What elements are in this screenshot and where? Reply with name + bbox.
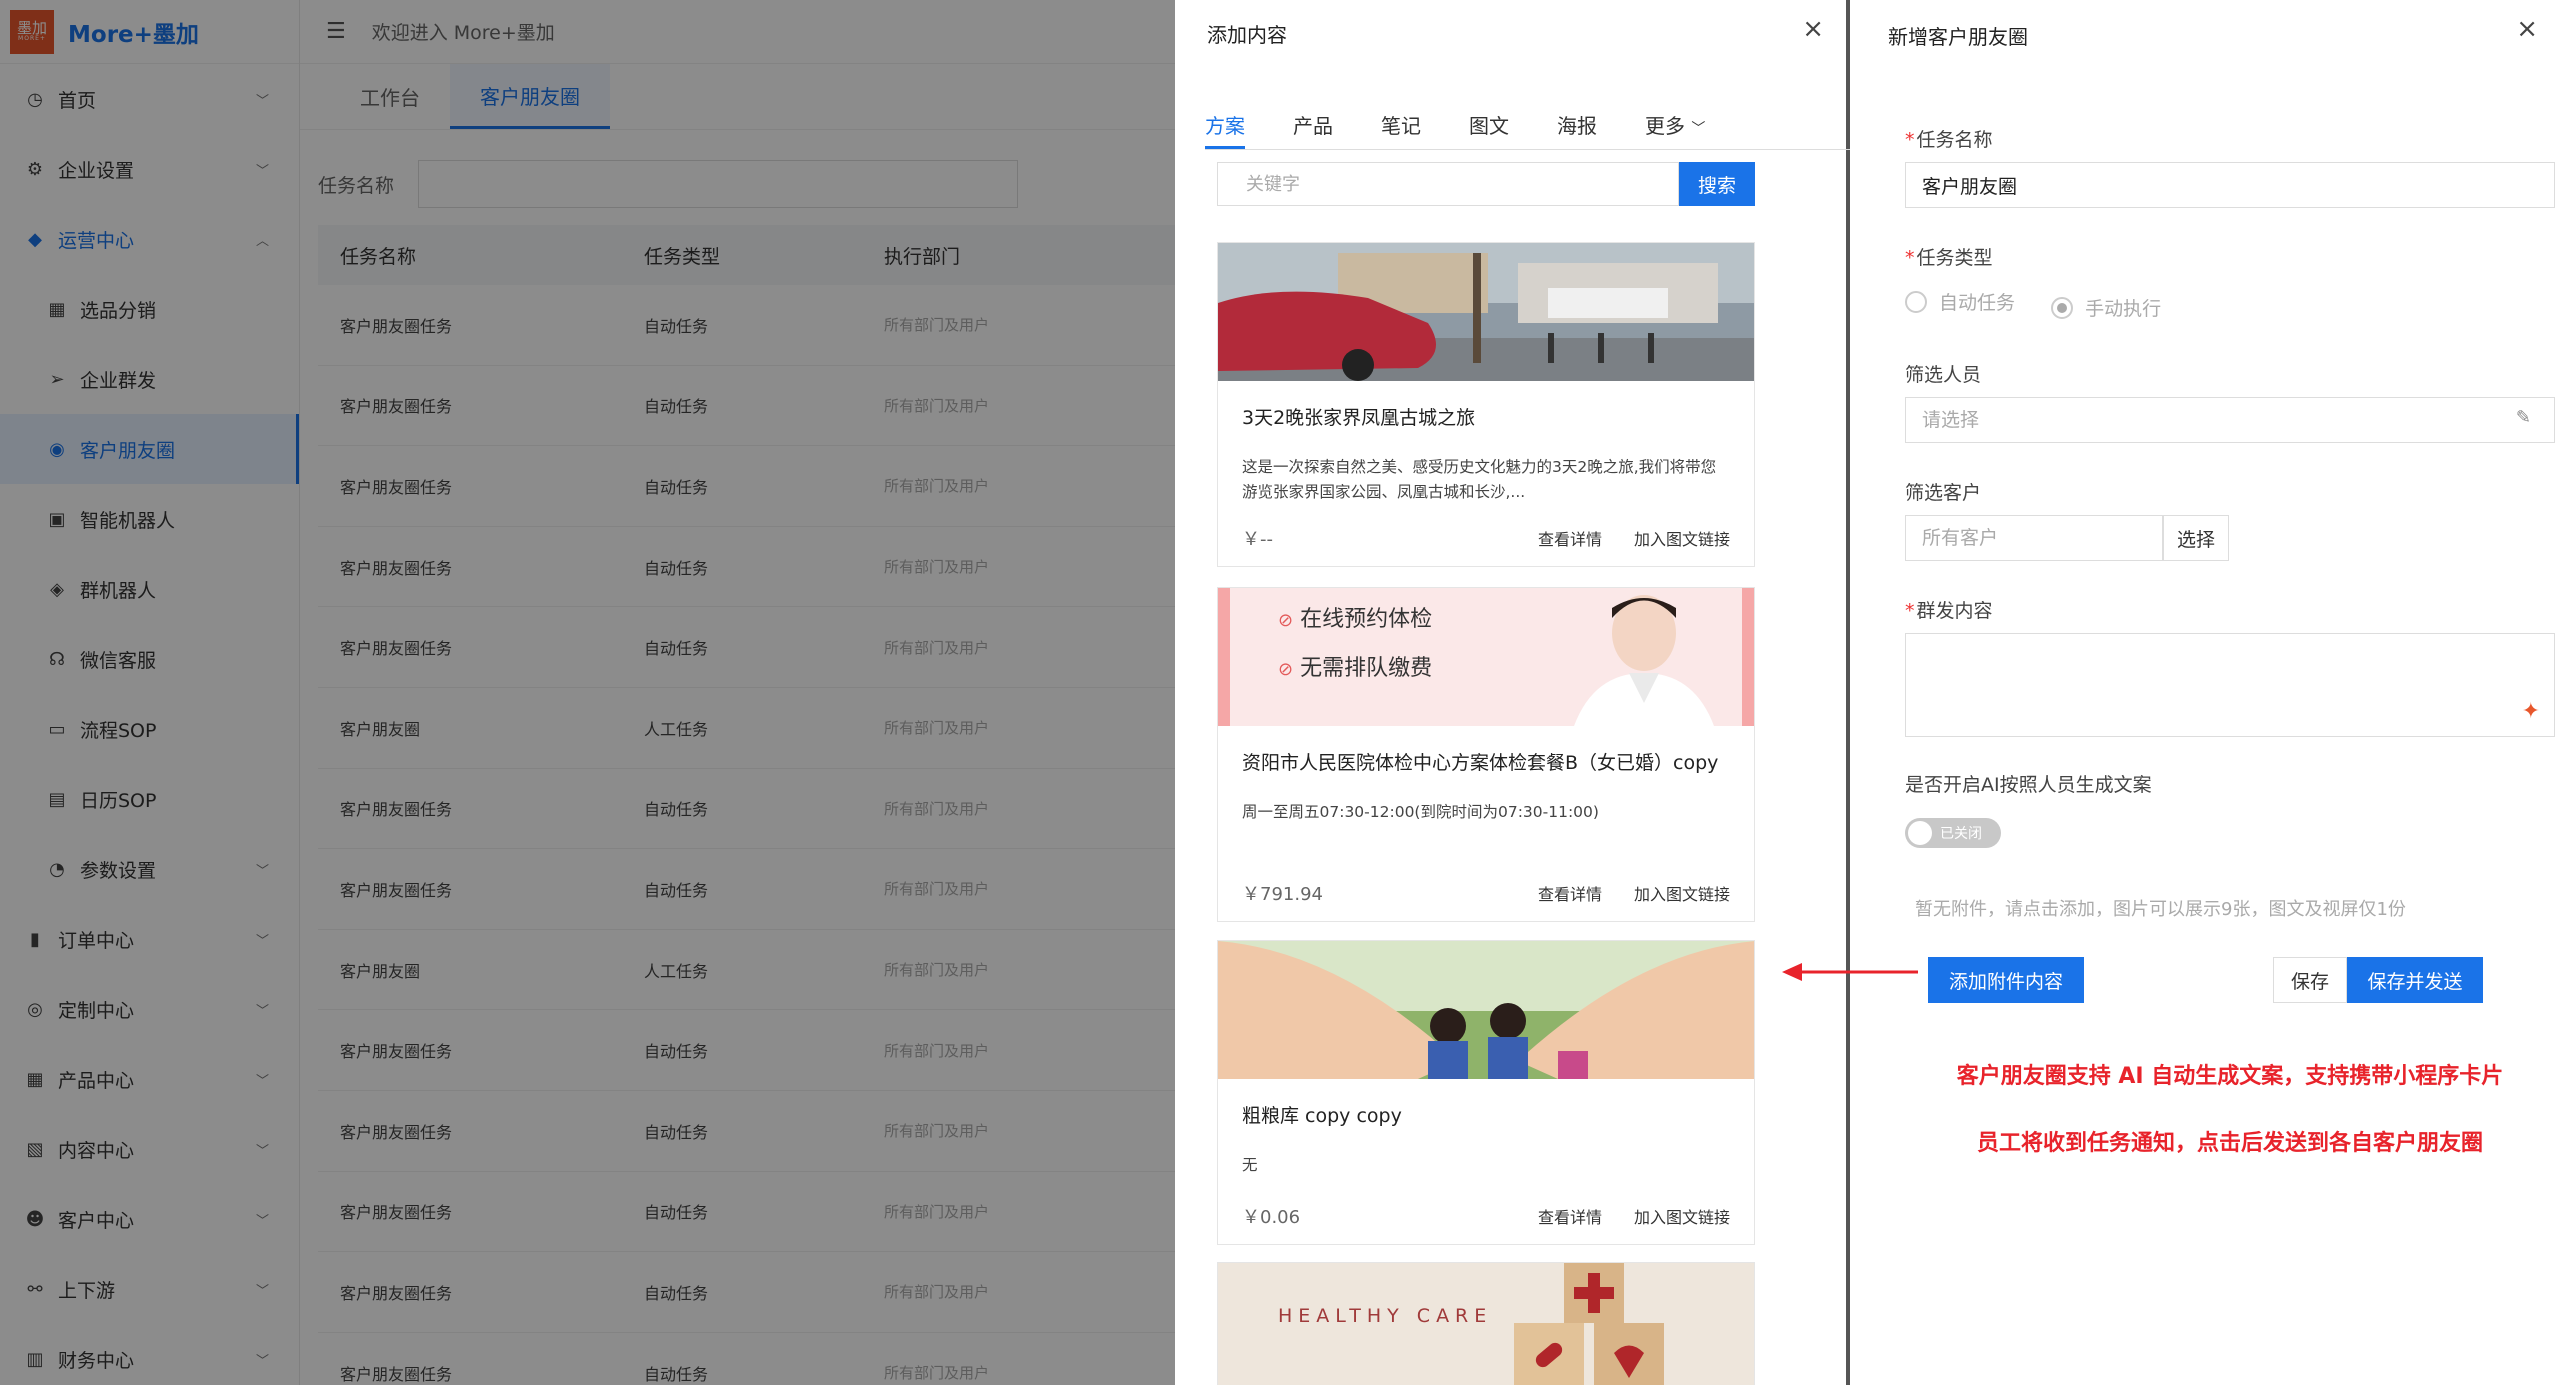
task-name-input[interactable] — [1905, 162, 2555, 208]
card-description: 无 — [1242, 1156, 1258, 1175]
content-search: 搜索 — [1217, 162, 1755, 206]
content-label-text: 群发内容 — [1916, 600, 1993, 622]
edit-icon[interactable]: ✎ — [2516, 407, 2531, 428]
card-footer: ￥0.06 查看详情 加入图文链接 — [1218, 1188, 1754, 1244]
tab-article[interactable]: 图文 — [1469, 96, 1509, 149]
children-hands-image — [1218, 941, 1754, 1079]
content-card[interactable]: ⊘ 在线预约体检 ⊘ 无需排队缴费 资阳市人民医院体检中心方案体检套餐B（女已婚… — [1217, 587, 1755, 922]
card-title: 资阳市人民医院体检中心方案体检套餐B（女已婚）copy — [1242, 752, 1719, 774]
content-card[interactable]: HEALTHY CARE — [1217, 1262, 1755, 1385]
filter-staff-field: ✎ — [1905, 397, 2555, 443]
card-image-children — [1218, 941, 1754, 1079]
add-article-link[interactable]: 加入图文链接 — [1634, 1204, 1730, 1228]
chevron-down-icon: ﹀ — [1691, 121, 1706, 137]
check-circle-icon: ⊘ — [1278, 659, 1294, 680]
tab-plan[interactable]: 方案 — [1205, 96, 1245, 149]
filter-staff-input[interactable] — [1905, 397, 2555, 443]
banner-line: 无需排队缴费 — [1300, 656, 1433, 681]
new-moments-header: 新增客户朋友圈 × — [1850, 0, 2560, 70]
content-textarea[interactable]: ✦ — [1905, 633, 2555, 737]
tab-poster[interactable]: 海报 — [1557, 96, 1597, 149]
view-detail-link[interactable]: 查看详情 — [1538, 1204, 1602, 1228]
card-footer: ￥791.94 查看详情 加入图文链接 — [1218, 865, 1754, 921]
tab-product[interactable]: 产品 — [1293, 96, 1333, 149]
tab-more[interactable]: 更多 ﹀ — [1645, 96, 1705, 149]
card-description: 这是一次探索自然之美、感受历史文化魅力的3天2晚之旅,我们将带您游览张家界国家公… — [1242, 458, 1717, 502]
card-price: ￥791.94 — [1242, 884, 1323, 905]
ai-toggle[interactable]: 已关闭 — [1905, 818, 2001, 848]
add-content-drawer: 添加内容 × 方案 产品 笔记 图文 海报 更多 ﹀ 搜索 — [1175, 0, 1985, 1385]
radio-label: 手动执行 — [2085, 298, 2162, 320]
view-detail-link[interactable]: 查看详情 — [1538, 526, 1602, 550]
toggle-state: 已关闭 — [1940, 826, 1982, 842]
ai-label: 是否开启AI按照人员生成文案 — [1905, 774, 2152, 796]
card-footer: ￥-- 查看详情 加入图文链接 — [1218, 510, 1754, 566]
attachment-hint: 暂无附件，请点击添加，图片可以展示9张，图文及视屏仅1份 — [1915, 899, 2406, 920]
content-label: * 群发内容 — [1905, 600, 1993, 622]
card-price: ￥-- — [1242, 529, 1273, 550]
radio-manual-task[interactable]: 手动执行 — [2051, 294, 2161, 321]
feature-note-ai: 客户朋友圈支持 AI 自动生成文案，支持携带小程序卡片 — [1956, 1064, 2504, 1089]
add-content-title: 添加内容 — [1207, 22, 1287, 47]
drawer-title: 新增客户朋友圈 — [1888, 24, 2028, 49]
keyword-search-input[interactable] — [1217, 162, 1679, 206]
radio-auto-task[interactable]: 自动任务 — [1905, 288, 2015, 315]
filter-customer-input[interactable] — [1905, 515, 2163, 561]
view-detail-link[interactable]: 查看详情 — [1538, 881, 1602, 905]
modal-mask[interactable] — [0, 0, 1175, 1385]
new-customer-moments-drawer: 新增客户朋友圈 × *任务名称 *任务类型 自动任务 手动执行 筛选人员 ✎ 筛… — [1850, 0, 2560, 1385]
add-content-header: 添加内容 × — [1175, 0, 1846, 66]
filter-customer-label: 筛选客户 — [1905, 482, 1982, 504]
card-image-healthy-care: HEALTHY CARE — [1218, 1263, 1754, 1385]
content-card[interactable]: 3天2晚张家界凤凰古城之旅 这是一次探索自然之美、感受历史文化魅力的3天2晚之旅… — [1217, 242, 1755, 567]
tab-note[interactable]: 笔记 — [1381, 96, 1421, 149]
add-article-link[interactable]: 加入图文链接 — [1634, 526, 1730, 550]
annotation-arrow-icon — [1782, 963, 1918, 981]
card-image-street — [1218, 243, 1754, 381]
close-icon[interactable]: × — [1802, 14, 1824, 44]
banner-line: 在线预约体检 — [1300, 607, 1433, 632]
add-attachment-button[interactable]: 添加附件内容 — [1928, 957, 2084, 1003]
card-title: 3天2晚张家界凤凰古城之旅 — [1242, 407, 1476, 429]
close-icon[interactable]: × — [2516, 14, 2538, 44]
ai-magic-wand-icon[interactable]: ✦ — [2522, 699, 2540, 724]
task-name-label-text: 任务名称 — [1916, 129, 1993, 151]
task-type-radio-group: 自动任务 手动执行 — [1905, 288, 2191, 321]
medical-blocks-image — [1514, 1263, 1664, 1385]
app-root: 墨加 MORE+ More+墨加 ◷ 首页 ﹀ ⚙ 企业设置 ﹀ ◆ 运营中心 ︿ ▦ 选品分销 ➢ 企… — [0, 0, 2560, 1385]
banner-text: HEALTHY CARE — [1278, 1305, 1493, 1327]
content-card[interactable]: 粗粮库 copy copy 无 ￥0.06 查看详情 加入图文链接 — [1217, 940, 1755, 1245]
task-type-label-text: 任务类型 — [1916, 247, 1993, 269]
save-button[interactable]: 保存 — [2273, 957, 2347, 1003]
street-scene-image — [1218, 243, 1754, 381]
card-image-health-check: ⊘ 在线预约体检 ⊘ 无需排队缴费 — [1218, 588, 1754, 726]
card-price: ￥0.06 — [1242, 1207, 1301, 1228]
add-article-link[interactable]: 加入图文链接 — [1634, 881, 1730, 905]
card-title: 粗粮库 copy copy — [1242, 1105, 1402, 1127]
save-and-send-button[interactable]: 保存并发送 — [2347, 957, 2483, 1003]
doctor-image — [1574, 595, 1714, 726]
select-customer-button[interactable]: 选择 — [2163, 515, 2229, 561]
search-button[interactable]: 搜索 — [1679, 162, 1755, 206]
task-type-label: * 任务类型 — [1905, 247, 1993, 269]
feature-note-notify: 员工将收到任务通知，点击后发送到各自客户朋友圈 — [1976, 1131, 2483, 1156]
task-name-label: * 任务名称 — [1905, 129, 1993, 151]
toggle-knob — [1908, 821, 1932, 845]
check-circle-icon: ⊘ — [1278, 610, 1294, 631]
card-description: 周一至周五07:30-12:00(到院时间为07:30-11:00) — [1242, 803, 1599, 822]
tab-more-label: 更多 — [1645, 114, 1685, 138]
radio-label: 自动任务 — [1939, 292, 2016, 314]
filter-staff-label: 筛选人员 — [1905, 364, 1982, 386]
